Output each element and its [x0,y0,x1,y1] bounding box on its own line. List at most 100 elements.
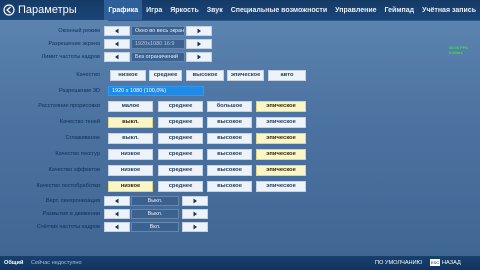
tab-brightness[interactable]: Яркость [166,0,203,20]
arrow-left-icon [115,198,119,204]
tab-audio[interactable]: Звук [203,0,227,20]
option-button[interactable]: низкое [108,165,153,176]
setting-label: Качество теней [59,119,100,125]
next-button[interactable] [186,39,212,49]
setting-label: Качество постобработки [36,183,100,189]
arrow-right-icon [193,224,197,230]
setting-label: Размытие в движении [42,211,100,217]
prev-button[interactable] [104,39,130,49]
option-button[interactable]: эпическое [256,117,306,128]
option-button[interactable]: среднее [158,149,203,160]
setting-anti-aliasing: Сглаживание выкл. среднее высокое эпичес… [0,133,480,144]
prev-button[interactable] [104,52,130,62]
option-button-selected[interactable]: низкое [108,181,153,192]
arrow-left-icon [115,54,119,60]
tab-graphics[interactable]: Графика [104,0,143,20]
back-arrow-icon[interactable] [3,3,15,17]
tab-accessibility[interactable]: Специальные возможности [227,0,331,20]
option-button[interactable]: выкл. [108,133,153,144]
option-button[interactable]: низкое [110,70,146,81]
esc-key-icon: ESC [430,259,440,266]
footer-network-status: Сейчас недоступно [31,260,82,266]
option-button[interactable]: высокое [207,149,252,160]
arrow-right-icon [197,28,201,34]
tab-bar: Графика Игра Яркость Звук Специальные во… [104,0,480,20]
top-bar: Параметры Графика Игра Яркость Звук Спец… [0,0,480,20]
option-button[interactable]: высокое [207,117,252,128]
setting-motion-blur: Размытие в движении Выкл. [0,209,480,220]
setting-quality: Качество низкое среднее высокое эпическо… [0,70,480,81]
option-button-selected[interactable]: эпическое [256,133,306,144]
setting-resolution: Разрешение экрана 1920x1080 16:9 [0,39,480,50]
option-button[interactable]: низкое [108,149,153,160]
next-button[interactable] [182,209,208,219]
setting-label: Оконный режим [58,28,100,34]
setting-value: 1920x1080 16:9 [131,39,185,49]
setting-view-distance: Расстояние прорисовки малое среднее боль… [0,101,480,112]
setting-shadows: Качество теней выкл. среднее высокое эпи… [0,117,480,128]
reset-defaults-button[interactable]: ПО УМОЛЧАНИЮ [375,256,422,270]
arrow-right-icon [197,54,201,60]
setting-effects: Качество эффектов низкое среднее высокое… [0,165,480,176]
option-button[interactable]: эпическое [256,181,306,192]
setting-label: Верт. синхронизация [45,198,100,204]
setting-value: Окно во весь экран [131,26,185,36]
setting-label: Расстояние прорисовки [38,103,100,109]
bottom-bar: Общий Сейчас недоступно ПО УМОЛЧАНИЮ НАЗ… [0,256,480,270]
fps-overlay: 60.00 FPS 6.00ms [449,45,468,55]
option-button[interactable]: среднее [149,70,182,81]
tab-account[interactable]: Учётная запись [418,0,480,20]
setting-value: Выкл. [131,196,179,206]
next-button[interactable] [186,52,212,62]
setting-label: Разрешение экрана [48,41,100,47]
tab-underline [108,20,480,21]
option-button[interactable]: высокое [207,181,252,192]
option-button[interactable]: среднее [158,101,203,112]
next-button[interactable] [186,26,212,36]
option-button[interactable]: высокое [207,165,252,176]
prev-button[interactable] [104,26,130,36]
arrow-right-icon [193,198,197,204]
setting-vsync: Верт. синхронизация Выкл. [0,196,480,207]
setting-post-processing: Качество постобработки низкое среднее вы… [0,181,480,192]
option-button[interactable]: среднее [158,181,203,192]
tab-gamepad[interactable]: Геймпад [381,0,419,20]
option-button-selected[interactable]: эпическое [256,101,306,112]
option-button-selected[interactable]: эпическое [256,165,306,176]
tab-controls[interactable]: Управление [331,0,380,20]
option-button[interactable]: высокое [186,70,224,81]
setting-value: Вкл. [131,222,179,232]
setting-window-mode: Оконный режим Окно во весь экран [0,26,480,37]
next-button[interactable] [182,196,208,206]
prev-button[interactable] [104,222,130,232]
prev-button[interactable] [104,196,130,206]
setting-value: Без ограничений [131,52,185,62]
option-button[interactable]: малое [108,101,153,112]
option-button[interactable]: эпическое [227,70,264,81]
back-button[interactable]: НАЗАД [442,256,461,270]
arrow-right-icon [197,41,201,47]
option-button[interactable]: среднее [158,133,203,144]
option-button-selected[interactable]: выкл. [108,117,153,128]
prev-button[interactable] [104,209,130,219]
setting-label: Разрешение 3D [58,88,100,94]
frame-time: 6.00ms [449,50,463,55]
option-button[interactable]: авто [268,70,306,81]
option-button[interactable]: среднее [158,117,203,128]
next-button[interactable] [182,222,208,232]
footer-general: Общий [4,260,24,266]
resolution-3d-slider[interactable]: 1920 x 1080 (100,0%) [108,86,204,96]
option-button-selected[interactable]: эпическое [256,149,306,160]
arrow-left-icon [115,211,119,217]
setting-label: Сглаживание [65,135,100,141]
arrow-left-icon [115,41,119,47]
tab-game[interactable]: Игра [142,0,166,20]
option-button[interactable]: большое [207,101,252,112]
setting-textures: Качество текстур низкое среднее высокое … [0,149,480,160]
arrow-left-icon [115,28,119,34]
setting-fps-limit: Лимит частоты кадров Без ограничений [0,52,480,63]
setting-label: Качество эффектов [48,167,100,173]
option-button[interactable]: высокое [207,133,252,144]
option-button[interactable]: среднее [158,165,203,176]
setting-fps-counter: Счётчик частоты кадров Вкл. [0,222,480,233]
